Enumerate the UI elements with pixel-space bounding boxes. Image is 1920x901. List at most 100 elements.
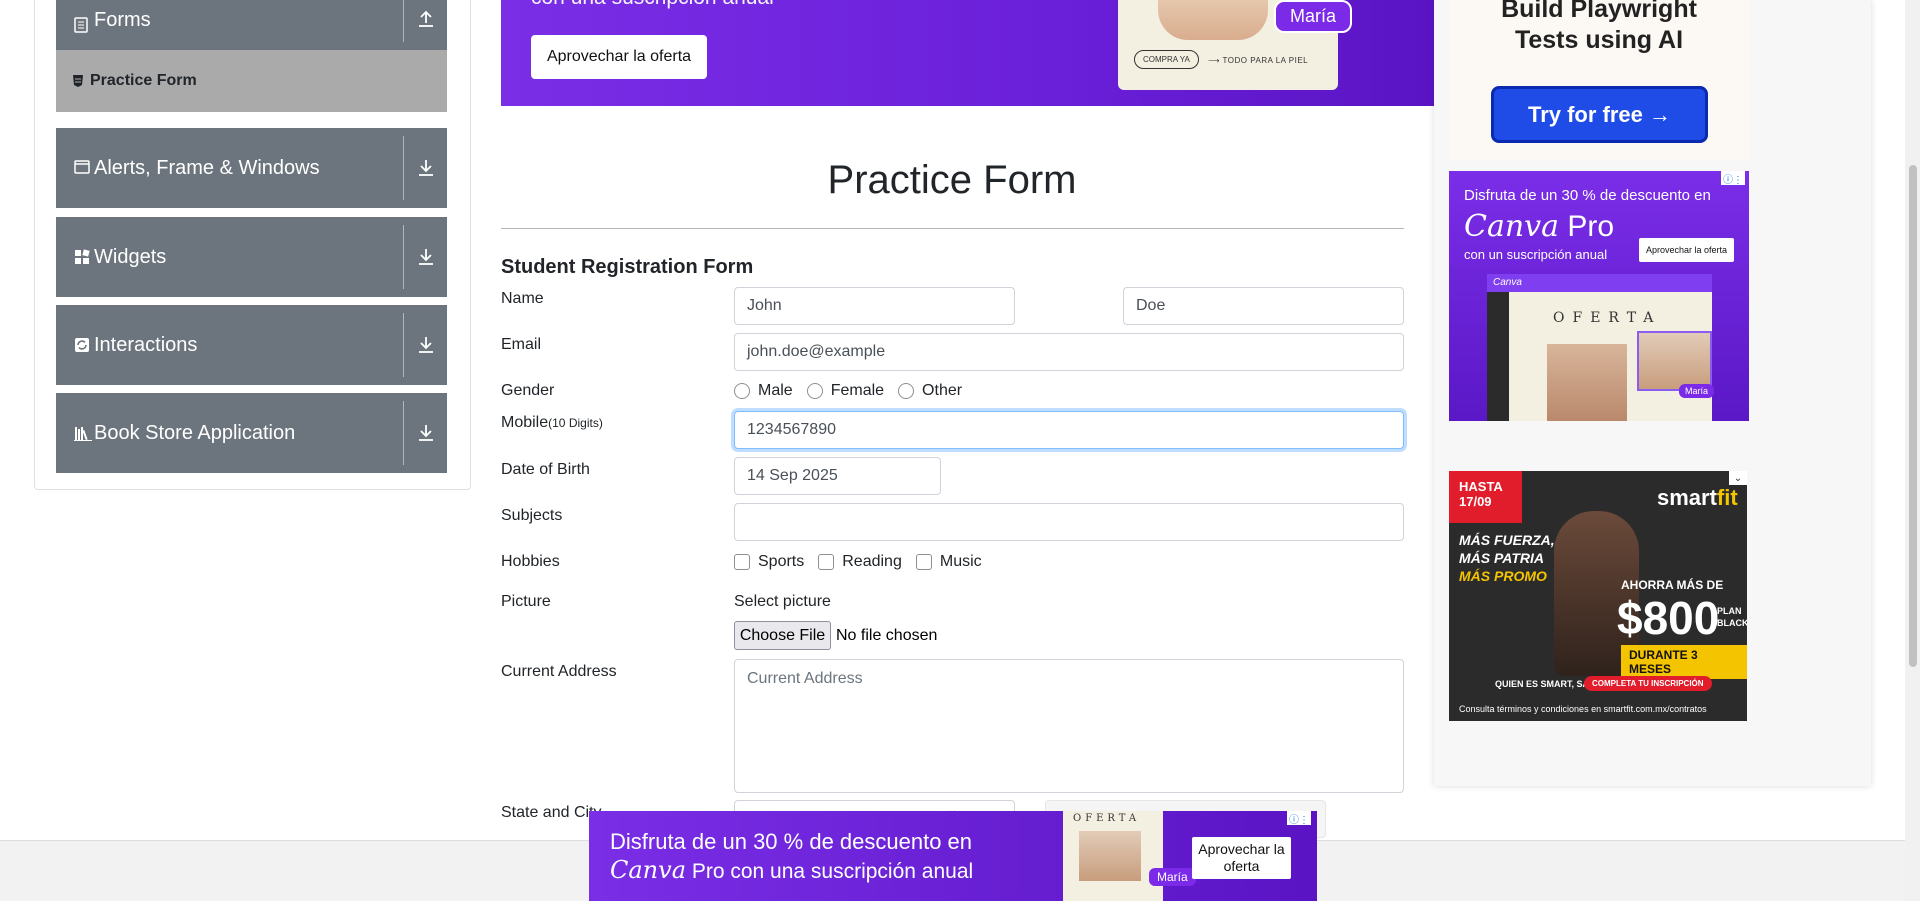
canva-ad-cta[interactable]: Aprovechar la oferta [1639,238,1734,262]
group-separator [403,0,404,42]
state-city-label: State and City [501,804,602,821]
try-for-free-button[interactable]: Try for free → [1491,86,1708,143]
hobby-reading-checkbox[interactable]: Reading [818,553,902,571]
radio-circle[interactable] [734,383,750,399]
gender-female-radio[interactable]: Female [806,382,884,400]
sidebar-group-forms[interactable]: Forms [56,0,447,50]
scrollbar-thumb[interactable] [1909,165,1917,667]
ad-cta-button[interactable]: Aprovechar la oferta [531,35,707,79]
email-input[interactable]: john.doe@example [734,333,1404,371]
bottom-banner-ad[interactable]: Disfruta de un 30 % de descuento en Canv… [589,811,1317,901]
hobby-music-checkbox[interactable]: Music [915,553,982,571]
sidebar-group-label: Forms [94,8,151,31]
file-status: No file chosen [836,627,938,644]
collapse-up-icon[interactable] [415,8,437,30]
interactions-icon [74,337,90,353]
mobile-label: Mobile(10 Digits) [501,414,603,431]
ad-close-icon[interactable]: ⌄ [1729,471,1747,485]
subjects-label: Subjects [501,507,563,524]
playwright-ad[interactable]: Build Playwright Tests using AI Try for f… [1449,0,1749,160]
mockup-image [1547,344,1627,421]
dob-label: Date of Birth [501,461,590,478]
smartfit-date-badge: HASTA 17/09 [1449,471,1522,523]
smartfit-amount: $800 [1617,592,1720,644]
smartfit-ad[interactable]: HASTA 17/09 smartfit MÁS FUERZA, MÁS PATRI… [1449,471,1747,721]
radio-label[interactable]: Female [831,382,884,400]
canva-ad-mockup: Canva OFERTA María [1487,274,1715,421]
gender-other-radio[interactable]: Other [898,382,962,400]
group-separator [403,225,404,289]
mobile-input[interactable]: 1234567890 [734,411,1404,449]
download-icon[interactable] [415,422,437,444]
books-icon [74,425,92,441]
bottom-ad-image [1079,831,1141,881]
group-separator [403,313,404,377]
bottom-ad-line2: Canva Pro con una suscripción anual [610,856,974,884]
shield-icon [72,74,84,88]
mockup-tag: María [1679,384,1715,398]
group-separator [403,136,404,200]
ad-product-card: María COMPRA YA ⟶ TODO PARA LA PIEL [1118,0,1353,90]
form-heading: Student Registration Form [501,256,754,278]
smartfit-ahorra: AHORRA MÁS DE [1621,578,1724,592]
download-icon[interactable] [415,334,437,356]
sidebar-group-label: Widgets [94,245,167,268]
download-icon[interactable] [415,246,437,268]
sidebar-group-book-store[interactable]: Book Store Application [56,393,447,473]
bottom-ad-card: OFERTA María [1063,811,1196,901]
gender-male-radio[interactable]: Male [734,382,793,400]
mobile-hint: (10 Digits) [548,416,603,430]
document-icon [74,17,90,33]
hobby-sports-checkbox[interactable]: Sports [734,553,804,571]
sidebar-item-practice-form[interactable]: Practice Form [56,50,447,112]
bottom-ad-cta[interactable]: Aprovechar la oferta [1192,837,1291,879]
radio-label[interactable]: Male [758,382,793,400]
last-name-input[interactable]: Doe [1123,287,1404,325]
divider [501,228,1404,229]
gender-label: Gender [501,382,555,399]
smartfit-completa-button[interactable]: COMPLETA TU INSCRIPCIÓN [1584,676,1712,691]
sidebar-group-label: Book Store Application [94,421,296,444]
ad-info-icon[interactable]: ⓘ⋮ [1287,811,1311,826]
bottom-ad-oferta: OFERTA [1073,813,1141,824]
checkbox-label[interactable]: Music [940,553,982,571]
bottom-ad-tag: María [1149,868,1196,886]
date-of-birth-input[interactable]: 14 Sep 2025 [734,457,941,495]
canva-side-ad[interactable]: Disfruta de un 30 % de descuento en Canv… [1449,171,1749,421]
current-address-textarea[interactable]: Current Address [734,659,1404,793]
gender-options: Male Female Other [734,382,976,400]
smartfit-plan: PLAN BLACK [1717,606,1747,628]
window-icon [74,160,90,176]
ad-compra-label: COMPRA YA [1134,50,1199,69]
first-name-input[interactable]: John [734,287,1015,325]
ad-headline: con una suscripción anual [531,0,774,10]
download-icon[interactable] [415,157,437,179]
picture-label: Picture [501,593,551,610]
mockup-oferta: OFERTA [1553,310,1662,326]
checkbox-box[interactable] [734,554,750,570]
checkbox-label[interactable]: Sports [758,553,804,571]
canva-ad-line3: con un suscripción anual [1464,247,1608,262]
radio-circle[interactable] [898,383,915,399]
checkbox-box[interactable] [818,554,835,570]
choose-file-button[interactable]: Choose File [734,621,831,650]
sidebar-item-label: Practice Form [90,72,197,89]
ad-info-icon[interactable]: ⓘ⋮ [1721,171,1745,186]
address-label: Current Address [501,663,617,680]
radio-label[interactable]: Other [922,382,962,400]
radio-circle[interactable] [806,383,823,399]
mockup-bar: Canva [1487,274,1712,292]
hobbies-label: Hobbies [501,553,560,570]
top-banner-ad[interactable]: con una suscripción anual Aprovechar la … [501,0,1434,106]
bottom-ad-line1: Disfruta de un 30 % de descuento en [610,829,973,854]
sidebar-group-interactions[interactable]: Interactions [56,305,447,385]
page-title: Practice Form [827,158,1077,202]
checkbox-label[interactable]: Reading [842,553,902,571]
sidebar-group-widgets[interactable]: Widgets [56,217,447,297]
select-picture-label: Select picture [734,593,831,610]
mockup-sidebar [1487,292,1509,421]
checkbox-box[interactable] [915,554,932,570]
subjects-input[interactable] [734,503,1404,541]
sidebar-group-alerts[interactable]: Alerts, Frame & Windows [56,128,447,208]
name-label: Name [501,290,544,307]
